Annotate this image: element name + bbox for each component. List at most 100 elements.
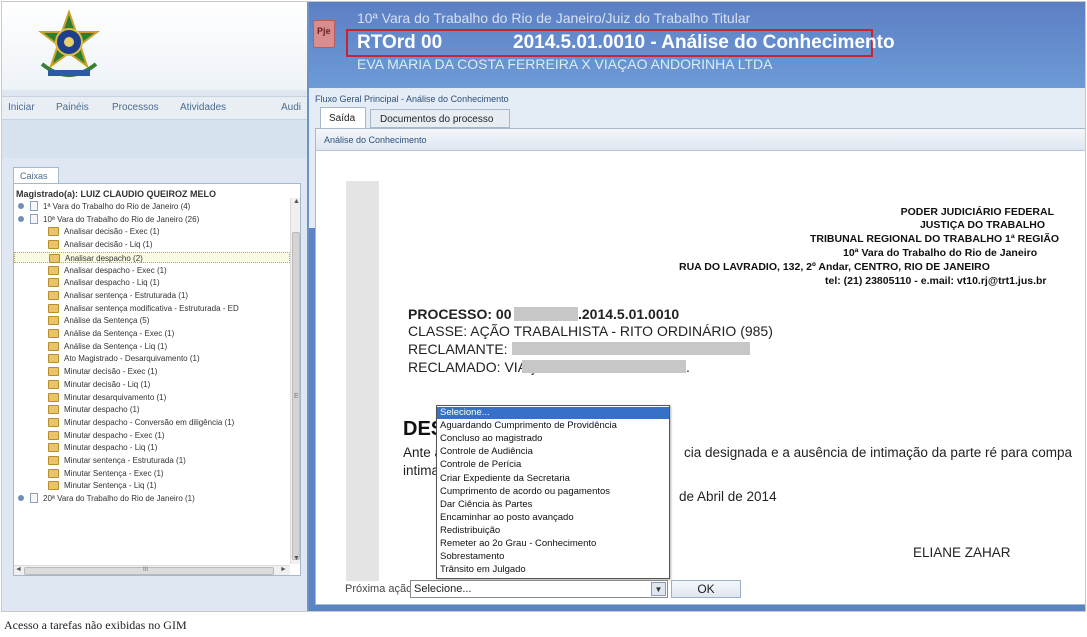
doc-header-line-6: tel: (21) 23805110 - e.mail: vt10.rj@trt… (825, 275, 1047, 287)
next-action-option[interactable]: Trânsito em Julgado (437, 564, 669, 576)
menu-iniciar[interactable]: Iniciar (8, 102, 35, 113)
tree-item[interactable]: 20ª Vara do Trabalho do Rio de Janeiro (… (14, 493, 290, 505)
hscroll-grip-marker: III (143, 567, 149, 573)
expand-toggle-icon[interactable] (18, 203, 24, 209)
folder-icon (48, 290, 59, 300)
folder-icon (48, 227, 59, 237)
folder-icon (48, 278, 59, 288)
tree-item[interactable]: Análise da Sentença (5) (14, 315, 290, 327)
next-action-option[interactable]: Remeter ao 2o Grau - Conhecimento (437, 538, 669, 550)
menu-paineis[interactable]: Painéis (56, 102, 89, 113)
tree-item[interactable]: 1ª Vara do Trabalho do Rio de Janeiro (4… (14, 201, 290, 213)
tree-item-label: Analisar despacho (2) (65, 253, 143, 263)
doc-header-line-2: JUSTIÇA DO TRABALHO (919, 219, 1045, 231)
document-margin (346, 181, 379, 581)
scroll-right-arrow-icon[interactable]: ► (280, 566, 287, 573)
scroll-up-arrow-icon[interactable]: ▲ (293, 198, 300, 205)
redaction-block (514, 307, 578, 321)
next-action-option[interactable]: Cumprimento de acordo ou pagamentos (437, 486, 669, 498)
folder-icon (48, 405, 59, 415)
tree-item[interactable]: Minutar despacho - Liq (1) (14, 442, 290, 454)
tree-item-label: Analisar despacho - Exec (1) (64, 265, 167, 275)
tree-item[interactable]: Minutar decisão - Exec (1) (14, 366, 290, 378)
tree-item[interactable]: 10ª Vara do Trabalho do Rio de Janeiro (… (14, 213, 290, 226)
scroll-left-arrow-icon[interactable]: ◄ (15, 566, 22, 573)
next-action-option[interactable]: Sobrestamento (437, 551, 669, 563)
tree-item[interactable]: Analisar despacho (2) (14, 251, 290, 264)
doc-classe: CLASSE: AÇÃO TRABALHISTA - RITO ORDINÁRI… (408, 323, 773, 339)
next-action-option[interactable]: Encaminhar ao posto avançado (437, 512, 669, 524)
tree-item[interactable]: Minutar desarquivamento (1) (14, 392, 290, 404)
tree-item[interactable]: Análise da Sentença - Liq (1) (14, 341, 290, 353)
tree-item-label: Análise da Sentença - Exec (1) (64, 329, 175, 338)
tree-item-label: 20ª Vara do Trabalho do Rio de Janeiro (… (43, 494, 195, 504)
doc-signature: ELIANE ZAHAR (913, 545, 1011, 560)
tab-caixas[interactable]: Caixas (13, 167, 59, 184)
doc-processo-suffix: .2014.5.01.0010 (578, 306, 680, 322)
tab-saida[interactable]: Saída (320, 107, 366, 128)
redaction-block (522, 360, 686, 373)
next-action-label: Próxima ação: (345, 583, 416, 595)
tree-item[interactable]: Ato Magistrado - Desarquivamento (1) (14, 353, 290, 365)
tree-item[interactable]: Analisar decisão - Liq (1) (14, 239, 290, 251)
next-action-option[interactable]: Selecione... (437, 407, 669, 419)
main-menu-bar: Iniciar Painéis Processos Atividades Aud… (2, 96, 307, 120)
ok-button[interactable]: OK (671, 580, 741, 598)
left-toolbar-strip (2, 120, 307, 158)
tree-scroll-thumb[interactable]: E (292, 232, 300, 560)
tree-item[interactable]: Analisar despacho - Exec (1) (14, 265, 290, 277)
next-action-option[interactable]: Redistribuição (437, 525, 669, 537)
tree-item[interactable]: Minutar decisão - Liq (1) (14, 379, 290, 391)
tree-item[interactable]: Minutar Sentença - Exec (1) (14, 468, 290, 480)
tree-item[interactable]: Minutar Sentença - Liq (1) (14, 480, 290, 492)
court-document-icon (30, 493, 38, 504)
tree-item-label: Minutar Sentença - Exec (1) (64, 468, 164, 478)
court-judge-line: 10ª Vara do Trabalho do Rio de Janeiro/J… (357, 10, 751, 26)
chevron-down-icon[interactable]: ▼ (651, 582, 666, 596)
next-action-option[interactable]: Controle de Perícia (437, 459, 669, 471)
tab-documentos-processo[interactable]: Documentos do processo (370, 109, 510, 128)
process-parties: EVA MARIA DA COSTA FERREIRA X VIAÇAO AND… (357, 56, 773, 72)
tree-item[interactable]: Analisar decisão - Exec (1) (14, 226, 290, 238)
folder-icon (48, 430, 59, 440)
doc-body-line-1-end: cia designada e a ausência de intimação … (684, 445, 1072, 460)
tree-item[interactable]: Minutar sentença - Estruturada (1) (14, 455, 290, 467)
tree-item-label: Minutar Sentença - Liq (1) (64, 481, 157, 491)
menu-processos[interactable]: Processos (112, 102, 159, 113)
next-action-option[interactable]: Controle de Audiência (437, 446, 669, 458)
next-action-option[interactable]: Aguardando Cumprimento de Providência (437, 420, 669, 432)
tree-hscroll-thumb[interactable]: III (24, 567, 274, 575)
tree-item-label: 10ª Vara do Trabalho do Rio de Janeiro (… (43, 214, 200, 224)
next-action-option[interactable]: Concluso ao magistrado (437, 433, 669, 445)
doc-date: de Abril de 2014 (679, 489, 777, 504)
menu-audiencias[interactable]: Audi (281, 102, 301, 113)
folder-icon (48, 265, 59, 275)
section-title: Análise do Conhecimento (316, 129, 1085, 151)
tree-item[interactable]: Análise da Sentença - Exec (1) (14, 328, 290, 340)
tree-item[interactable]: Analisar sentença modificativa - Estrutu… (14, 303, 290, 315)
tree-item[interactable]: Minutar despacho - Conversão em diligênc… (14, 417, 290, 429)
doc-reclamado-end: . (686, 359, 690, 375)
tree-horizontal-scrollbar[interactable]: ◄ III ► (14, 565, 290, 575)
next-action-select[interactable]: Selecione... (410, 580, 668, 598)
process-header: Pje 10ª Vara do Trabalho do Rio de Janei… (309, 2, 1085, 88)
tree-item-label: Minutar despacho (1) (64, 405, 140, 415)
scroll-down-arrow-icon[interactable]: ▼ (293, 555, 300, 562)
tree-item[interactable]: Analisar despacho - Liq (1) (14, 277, 290, 289)
folder-icon (49, 253, 60, 263)
menu-atividades[interactable]: Atividades (180, 102, 226, 113)
next-action-option[interactable]: Dar Ciência às Partes (437, 499, 669, 511)
tree-vertical-scrollbar[interactable]: ▲ E ▼ (290, 198, 300, 564)
brazil-coat-of-arms-icon (38, 10, 100, 77)
next-action-options-list[interactable]: Selecione... Aguardando Cumprimento de Pr… (436, 405, 670, 579)
tree-item-label: Analisar decisão - Exec (1) (64, 227, 160, 237)
collapse-toggle-icon[interactable] (18, 215, 24, 222)
expand-toggle-icon[interactable] (18, 495, 24, 502)
doc-header-line-4: 10ª Vara do Trabalho do Rio de Janeiro (843, 247, 1038, 259)
tree-item[interactable]: Minutar despacho (1) (14, 404, 290, 416)
tree-item[interactable]: Analisar sentença - Estruturada (1) (14, 290, 290, 302)
tree-item[interactable]: Minutar despacho - Exec (1) (14, 430, 290, 442)
folder-icon (48, 303, 59, 313)
doc-header-line-3: TRIBUNAL REGIONAL DO TRABALHO 1ª REGIÃO (810, 233, 1060, 245)
next-action-option[interactable]: Criar Expediente da Secretaria (437, 473, 669, 485)
